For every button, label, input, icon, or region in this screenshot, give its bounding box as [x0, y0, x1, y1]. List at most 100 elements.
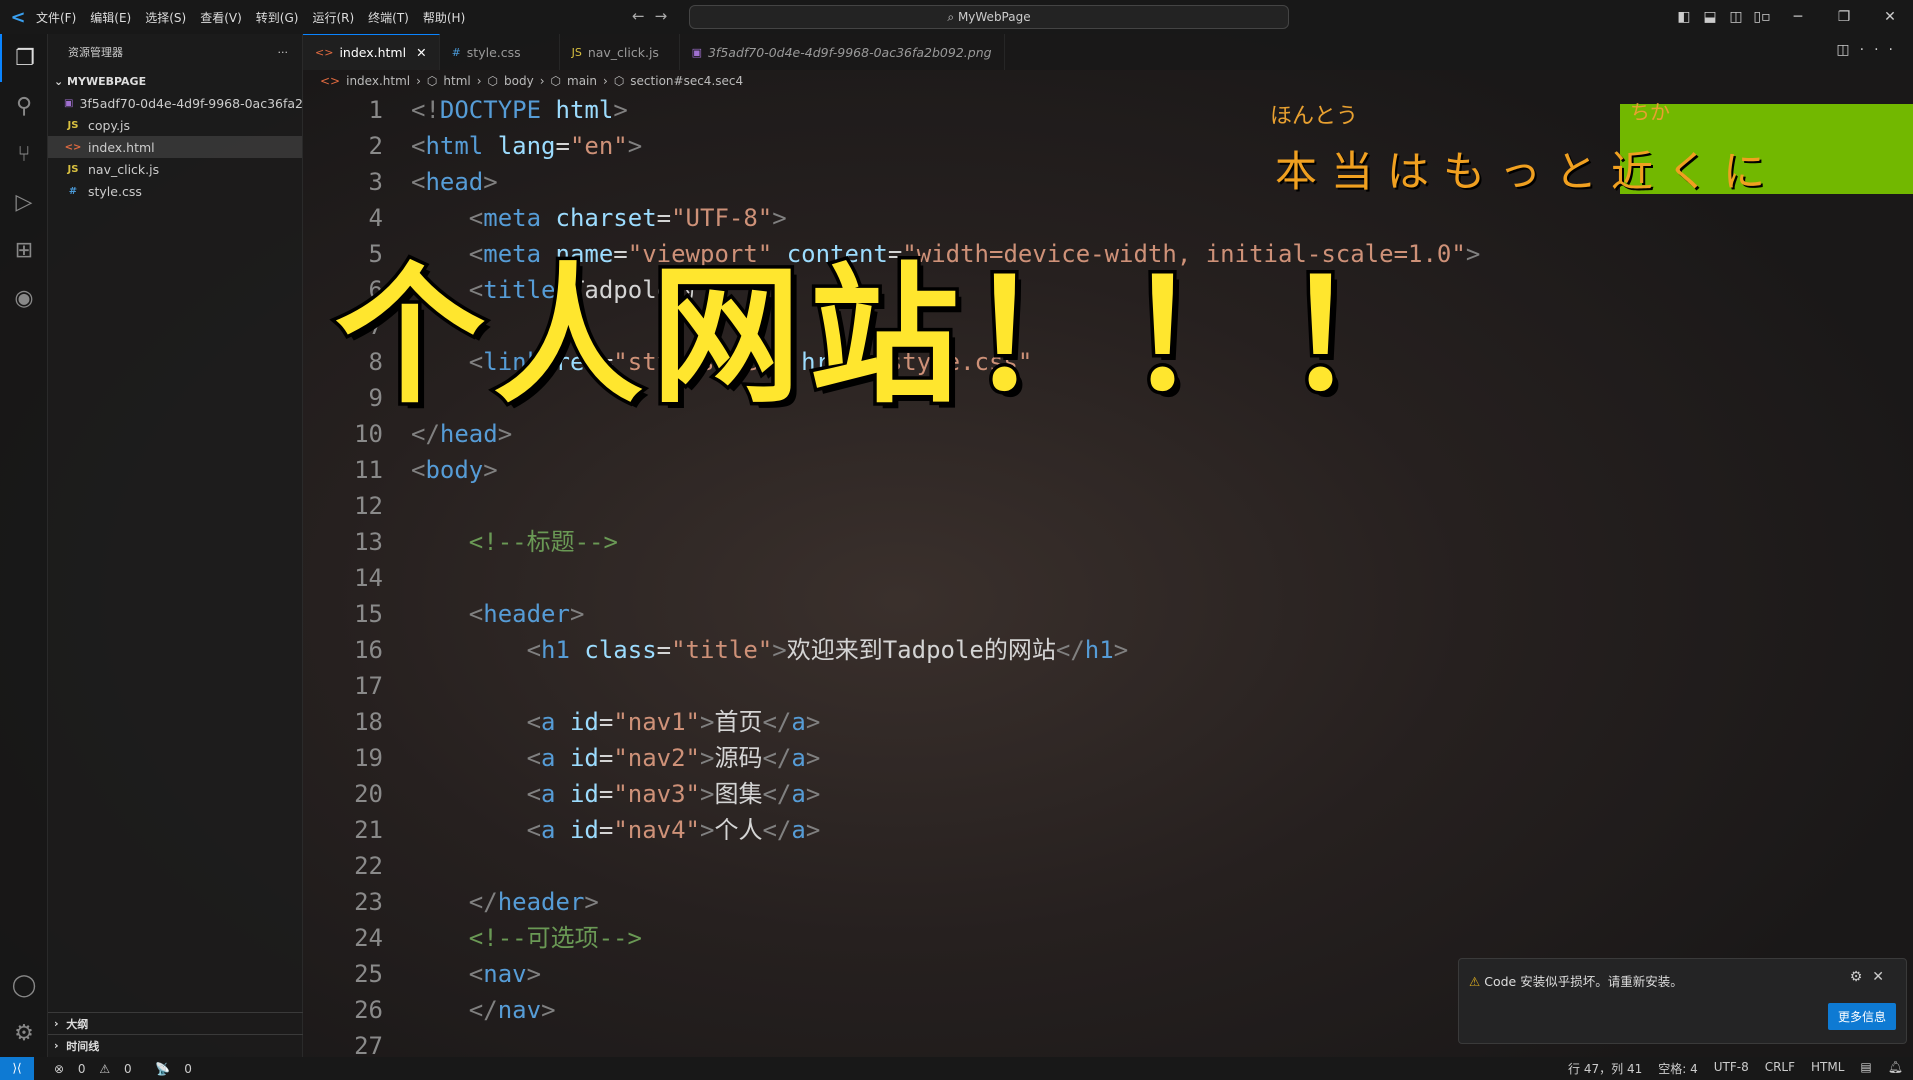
- file-item-nav-click-js[interactable]: JS nav_click.js: [48, 158, 302, 180]
- split-editor-icon[interactable]: ◫: [1836, 42, 1859, 58]
- toggle-sidebar-icon[interactable]: ◧: [1671, 9, 1697, 25]
- folder-mywebpage[interactable]: ⌄ MYWEBPAGE: [48, 70, 302, 92]
- search-view-icon[interactable]: ⚲: [0, 82, 48, 130]
- breadcrumb-item[interactable]: index.html: [346, 74, 410, 88]
- source-control-icon[interactable]: ⑂: [0, 130, 48, 178]
- indentation[interactable]: 空格: 4: [1658, 1060, 1698, 1077]
- run-debug-icon[interactable]: ▷: [0, 178, 48, 226]
- lyric-ruby-hontou: ほんとう: [1270, 104, 1359, 129]
- code-token: <: [526, 636, 542, 664]
- file-item-copy-js[interactable]: JS copy.js: [48, 114, 302, 136]
- customize-layout-icon[interactable]: ▯▫: [1749, 9, 1775, 25]
- line-number: 19: [354, 744, 383, 772]
- breadcrumb-item[interactable]: section#sec4.sec4: [630, 74, 743, 88]
- breadcrumb-item[interactable]: body: [504, 74, 534, 88]
- code-token: >: [1465, 240, 1481, 268]
- code-token: <: [468, 600, 484, 628]
- more-actions-icon[interactable]: ···: [1860, 42, 1903, 58]
- code-line[interactable]: 19 <a id="nav2">源码</a>: [303, 740, 1803, 776]
- code-token: >: [569, 600, 585, 628]
- video-caption-overlay: 个人网站！！！: [331, 247, 1442, 428]
- tab-style-css[interactable]: # style.css: [440, 34, 560, 70]
- element-icon: ⬡: [487, 74, 499, 88]
- restore-button[interactable]: ❐: [1821, 9, 1867, 25]
- line-number: 20: [354, 780, 383, 808]
- code-line[interactable]: 17: [303, 668, 1803, 704]
- menu-terminal[interactable]: 终端(T): [368, 11, 409, 25]
- close-window-button[interactable]: ✕: [1867, 9, 1913, 25]
- code-line[interactable]: 13 <!--标题-->: [303, 524, 1803, 560]
- code-token: >: [627, 132, 643, 160]
- minimize-button[interactable]: ─: [1775, 9, 1821, 25]
- code-line[interactable]: 24 <!--可选项-->: [303, 920, 1803, 956]
- code-token: header: [483, 600, 570, 628]
- line-ending[interactable]: CRLF: [1765, 1060, 1795, 1077]
- close-tab-icon[interactable]: ✕: [416, 45, 426, 60]
- code-token: 欢迎来到Tadpole的网站: [786, 636, 1056, 664]
- code-token: =: [598, 780, 614, 808]
- problems-indicator[interactable]: ⊗ 0 ⚠ 0: [44, 1062, 132, 1076]
- code-line[interactable]: 20 <a id="nav3">图集</a>: [303, 776, 1803, 812]
- code-line[interactable]: 1 <!DOCTYPE html>: [303, 92, 1803, 128]
- code-token: nav: [497, 996, 542, 1024]
- tab-png[interactable]: ▣ 3f5adf70-0d4e-4d9f-9968-0ac36fa2b092.pn…: [680, 34, 1005, 70]
- code-line[interactable]: 15 <header>: [303, 596, 1803, 632]
- remote-explorer-icon[interactable]: ◉: [0, 274, 48, 322]
- code-line[interactable]: 18 <a id="nav1">首页</a>: [303, 704, 1803, 740]
- cursor-position[interactable]: 行 47，列 41: [1568, 1060, 1642, 1077]
- code-line[interactable]: 11 <body>: [303, 452, 1803, 488]
- remote-indicator-icon[interactable]: ⟩⟨: [0, 1057, 34, 1080]
- notification-settings-gear-icon[interactable]: ⚙: [1850, 969, 1873, 985]
- toggle-panel-icon[interactable]: ⬓: [1697, 9, 1723, 25]
- file-item-style-css[interactable]: # style.css: [48, 180, 302, 202]
- menu-selection[interactable]: 选择(S): [145, 11, 186, 25]
- explorer-sidebar: 资源管理器 ··· ⌄ MYWEBPAGE ▣ 3f5adf70-0d4e-4d9f…: [48, 34, 303, 1057]
- code-token: <!--可选项-->: [468, 924, 642, 952]
- outline-section[interactable]: › 大纲: [48, 1012, 303, 1034]
- line-number: 12: [354, 492, 383, 520]
- back-arrow-icon[interactable]: ←: [632, 7, 655, 25]
- notification-close-icon[interactable]: ✕: [1872, 969, 1894, 985]
- menu-run[interactable]: 运行(R): [312, 11, 354, 25]
- command-center-search[interactable]: ⌕ MyWebPage: [689, 5, 1289, 29]
- file-item-index-html[interactable]: <> index.html: [48, 136, 302, 158]
- encoding[interactable]: UTF-8: [1714, 1060, 1749, 1077]
- ports-indicator[interactable]: 📡 0: [145, 1062, 191, 1076]
- notifications-bell-icon[interactable]: 🔔︎: [1888, 1060, 1903, 1077]
- toggle-secondary-sidebar-icon[interactable]: ◫: [1723, 9, 1749, 25]
- tab-nav-click-js[interactable]: JS nav_click.js: [560, 34, 680, 70]
- code-token: >: [584, 888, 599, 916]
- code-token: a: [541, 744, 556, 772]
- code-token: body: [425, 456, 484, 484]
- feedback-icon[interactable]: ▤: [1860, 1060, 1871, 1077]
- code-line[interactable]: 23 </header>: [303, 884, 1803, 920]
- image-icon: ▣: [64, 97, 74, 109]
- menu-help[interactable]: 帮助(H): [423, 11, 465, 25]
- timeline-section[interactable]: › 时间线: [48, 1034, 303, 1056]
- file-item-png[interactable]: ▣ 3f5adf70-0d4e-4d9f-9968-0ac36fa2...: [48, 92, 302, 114]
- menu-go[interactable]: 转到(G): [256, 11, 299, 25]
- language-mode[interactable]: HTML: [1811, 1060, 1844, 1077]
- breadcrumb-item[interactable]: html: [443, 74, 470, 88]
- settings-gear-icon[interactable]: ⚙: [0, 1009, 48, 1057]
- menu-view[interactable]: 查看(V): [200, 11, 242, 25]
- code-line[interactable]: 14: [303, 560, 1803, 596]
- code-token: <!--标题-->: [468, 528, 618, 556]
- tab-index-html[interactable]: <> index.html ✕: [303, 34, 440, 70]
- more-info-button[interactable]: 更多信息: [1827, 1003, 1896, 1030]
- code-line[interactable]: 16 <h1 class="title">欢迎来到Tadpole的网站</h1>: [303, 632, 1803, 668]
- menu-file[interactable]: 文件(F): [36, 11, 76, 25]
- forward-arrow-icon[interactable]: →: [655, 7, 678, 25]
- extensions-icon[interactable]: ⊞: [0, 226, 48, 274]
- breadcrumb-item[interactable]: main: [567, 74, 597, 88]
- code-line[interactable]: 22: [303, 848, 1803, 884]
- code-line[interactable]: 21 <a id="nav4">个人</a>: [303, 812, 1803, 848]
- menu-edit[interactable]: 编辑(E): [90, 11, 131, 25]
- account-icon[interactable]: ◯: [0, 961, 48, 1009]
- code-line[interactable]: 12: [303, 488, 1803, 524]
- more-actions-icon[interactable]: ···: [278, 46, 289, 59]
- code-token: header: [497, 888, 585, 916]
- explorer-icon[interactable]: ❐: [0, 34, 48, 82]
